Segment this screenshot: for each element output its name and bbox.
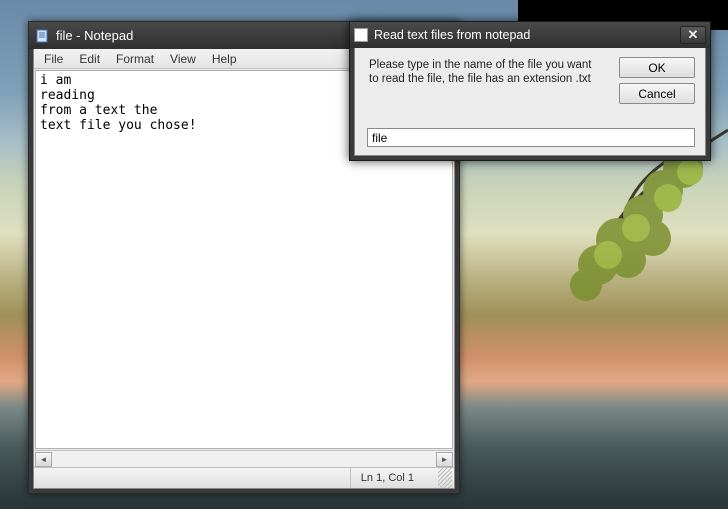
- menu-format[interactable]: Format: [108, 51, 162, 67]
- dialog-icon: [354, 28, 368, 42]
- scroll-right-icon[interactable]: ►: [436, 452, 453, 467]
- desktop: file - Notepad File Edit Format View Hel…: [0, 0, 728, 509]
- cancel-button[interactable]: Cancel: [619, 83, 695, 104]
- notepad-statusbar: Ln 1, Col 1: [34, 467, 454, 488]
- filename-input[interactable]: [367, 128, 695, 147]
- ok-button[interactable]: OK: [619, 57, 695, 78]
- menu-help[interactable]: Help: [204, 51, 245, 67]
- horizontal-scrollbar[interactable]: ◄ ►: [35, 450, 453, 467]
- resize-grip-icon[interactable]: [438, 468, 452, 488]
- dialog-titlebar[interactable]: Read text files from notepad ✕: [350, 22, 710, 48]
- menu-view[interactable]: View: [162, 51, 204, 67]
- scroll-left-icon[interactable]: ◄: [35, 452, 52, 467]
- status-cursor-position: Ln 1, Col 1: [350, 468, 438, 488]
- cancel-label: Cancel: [638, 87, 675, 101]
- menu-edit[interactable]: Edit: [71, 51, 108, 67]
- notepad-icon: [35, 28, 51, 44]
- close-icon: ✕: [688, 27, 699, 43]
- menu-file[interactable]: File: [36, 51, 71, 67]
- notepad-title: file - Notepad: [56, 28, 133, 43]
- ok-label: OK: [648, 61, 665, 75]
- dialog-body: Please type in the name of the file you …: [354, 48, 706, 156]
- input-dialog-window: Read text files from notepad ✕ Please ty…: [349, 21, 711, 161]
- dialog-message: Please type in the name of the file you …: [369, 58, 601, 86]
- close-button[interactable]: ✕: [680, 26, 706, 44]
- dialog-title: Read text files from notepad: [374, 28, 530, 42]
